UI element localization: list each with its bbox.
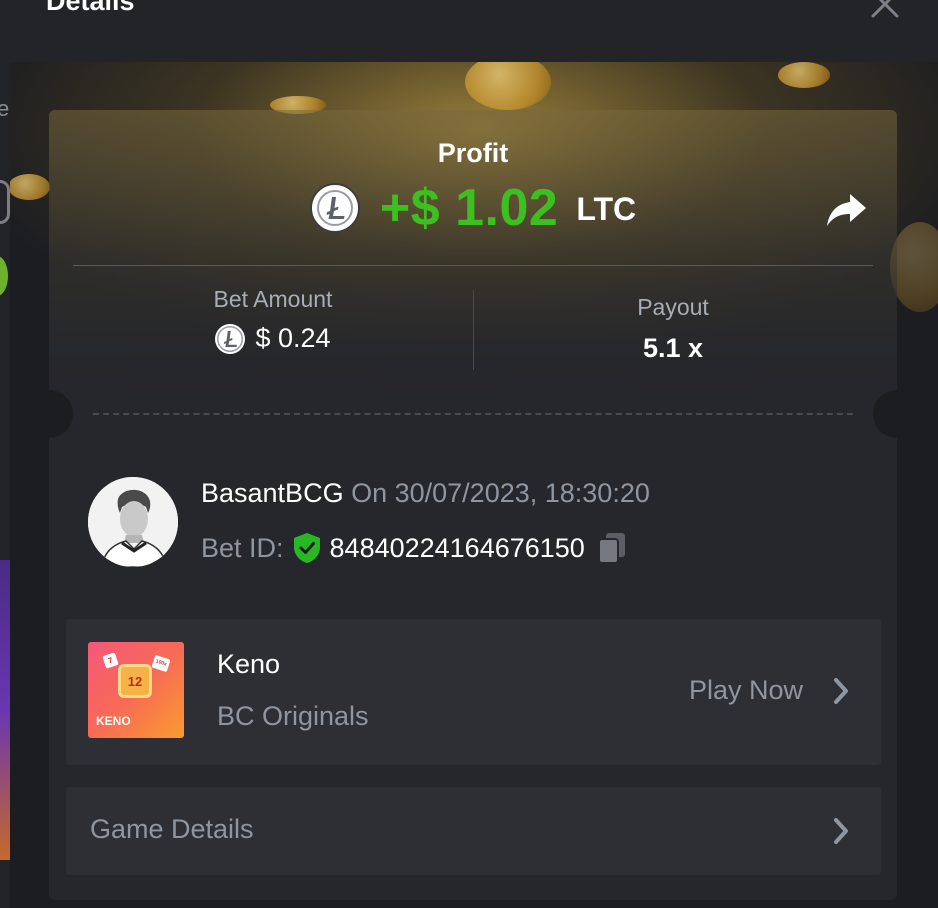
game-details-row[interactable]: Game Details bbox=[66, 787, 881, 875]
modal-title: Details bbox=[46, 0, 135, 16]
game-provider: BC Originals bbox=[217, 701, 369, 731]
bet-amount-value: $ 0.24 bbox=[255, 323, 331, 353]
shield-check-icon bbox=[293, 533, 320, 563]
profit-label: Profit bbox=[437, 138, 509, 168]
profit-currency: LTC bbox=[576, 190, 637, 227]
payout-label: Payout bbox=[637, 294, 709, 320]
modal-header: Details bbox=[10, 0, 938, 62]
bet-user-line: BasantBCG On 30/07/2023, 18:30:20 bbox=[201, 478, 650, 509]
keno-ball-number: 12 bbox=[118, 664, 152, 698]
profit-value: +$ 1.02 bbox=[379, 179, 559, 237]
bet-id-label: Bet ID: bbox=[201, 532, 284, 563]
background-banner bbox=[0, 560, 10, 860]
chevron-right-icon[interactable] bbox=[832, 676, 850, 706]
payout-block: Payout 5.1 x bbox=[473, 294, 873, 364]
bet-details-modal: Details Profit +$ 1.02 LTC Bet Amount $ … bbox=[10, 0, 938, 908]
copy-icon[interactable] bbox=[597, 531, 627, 565]
dice-icon: 100x bbox=[151, 654, 171, 673]
bet-id-line: Bet ID: 84840224164676150 bbox=[201, 530, 627, 566]
background-text: e bbox=[0, 96, 10, 121]
ticket-notch-right bbox=[873, 390, 921, 438]
username[interactable]: BasantBCG bbox=[201, 478, 344, 508]
modal-body: Profit +$ 1.02 LTC Bet Amount $ 0.24 Pay… bbox=[10, 62, 938, 908]
ticket-dashed-divider bbox=[93, 413, 853, 415]
background-ring-shape bbox=[0, 180, 10, 224]
bet-id-value: 84840224164676150 bbox=[329, 532, 585, 563]
decor-coin-icon bbox=[778, 62, 830, 88]
avatar[interactable] bbox=[88, 477, 178, 567]
profit-row: +$ 1.02 LTC bbox=[49, 178, 897, 238]
litecoin-icon bbox=[309, 183, 360, 233]
keno-thumbnail-text: KENO bbox=[96, 714, 131, 728]
litecoin-icon bbox=[215, 323, 246, 354]
game-details-label: Game Details bbox=[90, 814, 254, 844]
dice-icon: 7 bbox=[102, 652, 119, 669]
bet-amount-label: Bet Amount bbox=[213, 286, 333, 312]
bet-timestamp: On 30/07/2023, 18:30:20 bbox=[351, 478, 650, 508]
payout-value: 5.1 x bbox=[642, 333, 704, 363]
summary-divider bbox=[73, 265, 873, 266]
play-now-button[interactable]: Play Now bbox=[689, 675, 803, 706]
bet-amount-row: $ 0.24 bbox=[73, 323, 473, 354]
bet-amount-block: Bet Amount $ 0.24 bbox=[73, 286, 473, 354]
chevron-right-icon[interactable] bbox=[832, 816, 850, 846]
decor-coin-icon bbox=[10, 174, 50, 200]
keno-game-thumbnail[interactable]: 7 100x 12 KENO bbox=[88, 642, 184, 738]
ticket-notch-left bbox=[25, 390, 73, 438]
close-icon[interactable] bbox=[870, 0, 900, 20]
game-name: Keno bbox=[217, 649, 281, 679]
game-row[interactable]: 7 100x 12 KENO Keno BC Originals Play No… bbox=[66, 619, 881, 765]
bet-card: Profit +$ 1.02 LTC Bet Amount $ 0.24 Pay… bbox=[25, 110, 921, 900]
